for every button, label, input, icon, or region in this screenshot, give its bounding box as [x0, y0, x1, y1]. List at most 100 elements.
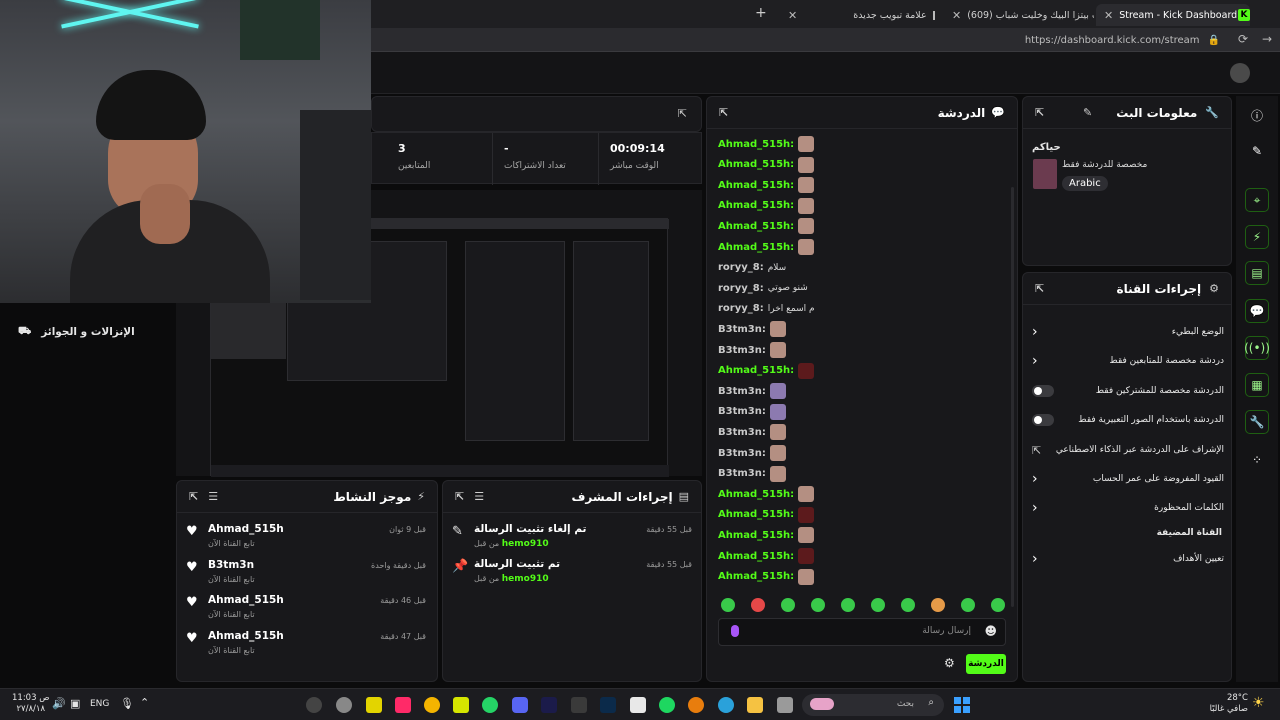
speaker-icon[interactable]: 🔊	[52, 697, 66, 710]
microphone-tray-icon[interactable]: 🎙	[120, 697, 134, 710]
chat-username[interactable]: Ahmad_515h:	[718, 200, 794, 211]
category-name[interactable]: مخصصة للدردشة فقط	[1062, 160, 1147, 170]
tab-youtube[interactable]: ✕ (609) سويت بيتزا البيك وخليت شباب...	[944, 4, 1094, 26]
chat-username[interactable]: Ahmad_515h:	[718, 489, 794, 500]
apps-icon[interactable]: ⁘	[1245, 448, 1269, 472]
quick-emote-button[interactable]	[961, 598, 975, 612]
close-tab-icon[interactable]: ✕	[952, 9, 961, 22]
windows-start-icon[interactable]	[954, 697, 970, 713]
quick-emote-button[interactable]	[751, 598, 765, 612]
tab-new[interactable]: ✕ علامة تبويب جديدة	[780, 4, 940, 26]
quick-emote-button[interactable]	[811, 598, 825, 612]
chat-username[interactable]: B3tm3n:	[718, 406, 766, 417]
url-box[interactable]: https://dashboard.kick.com/stream 🔒	[540, 32, 1220, 48]
back-arrow-icon[interactable]: →	[1262, 32, 1272, 46]
quick-emote-button[interactable]	[901, 598, 915, 612]
discord-icon[interactable]	[512, 697, 528, 713]
mod-action-user[interactable]: hemo910	[502, 539, 549, 549]
chrome-icon[interactable]	[424, 697, 440, 713]
telegram-icon[interactable]	[718, 697, 734, 713]
action-subscribers-only[interactable]: الدردشة مخصصة للمشتركين فقط	[1032, 381, 1224, 401]
quick-emote-button[interactable]	[871, 598, 885, 612]
quick-emote-button[interactable]	[721, 598, 735, 612]
action-followers-only[interactable]: › دردشة مخصصة للمتابعين فقط	[1032, 351, 1224, 371]
chat-username[interactable]: Ahmad_515h:	[718, 509, 794, 520]
chat-username[interactable]: Ahmad_515h:	[718, 242, 794, 253]
chat-username[interactable]: B3tm3n:	[718, 324, 766, 335]
filter-icon[interactable]: ☰	[474, 490, 484, 503]
focus-icon[interactable]: ⌖	[1245, 188, 1269, 212]
chat-input[interactable]: إرسال رسالة ☻	[718, 618, 1006, 646]
popout-icon[interactable]: ⇱	[1035, 282, 1044, 295]
quick-emote-button[interactable]	[781, 598, 795, 612]
pencil-icon[interactable]: ✎	[1083, 106, 1092, 119]
reload-icon[interactable]: ⟳	[1238, 32, 1248, 46]
chat-bubble-icon[interactable]: 💬	[1245, 299, 1269, 323]
quick-emote-button[interactable]	[841, 598, 855, 612]
chat-username[interactable]: B3tm3n:	[718, 427, 766, 438]
action-account-age[interactable]: › القيود المفروضة على عمر الحساب	[1032, 469, 1224, 489]
popout-icon[interactable]: ⇱	[678, 107, 687, 120]
task-view-icon[interactable]	[777, 697, 793, 713]
broadcast-icon[interactable]: ((•))	[1244, 336, 1270, 360]
quick-emote-button[interactable]	[991, 598, 1005, 612]
popout-icon[interactable]: ⇱	[189, 490, 198, 503]
toggle-switch[interactable]	[1032, 385, 1054, 397]
popout-icon[interactable]: ⇱	[1035, 106, 1044, 119]
photoshop-icon[interactable]	[600, 697, 616, 713]
chat-scrollbar[interactable]	[1011, 187, 1014, 607]
send-chat-button[interactable]: الدردشة	[966, 654, 1006, 674]
tray-overflow-chevron-icon[interactable]: ⌃	[140, 696, 149, 709]
filter-icon[interactable]: ☰	[208, 490, 218, 503]
app-yellow-icon[interactable]	[366, 697, 382, 713]
spotify-icon[interactable]	[659, 697, 675, 713]
activity-username[interactable]: Ahmad_515h	[208, 630, 284, 642]
chat-username[interactable]: Ahmad_515h:	[718, 571, 794, 582]
activity-username[interactable]: Ahmad_515h	[208, 594, 284, 606]
mod-action-user[interactable]: hemo910	[502, 574, 549, 584]
chat-username[interactable]: Ahmad_515h:	[718, 530, 794, 541]
taskbar-search[interactable]: بحث ⌕	[802, 694, 944, 716]
popout-icon[interactable]: ⇱	[719, 106, 728, 119]
chat-username[interactable]: Ahmad_515h:	[718, 180, 794, 191]
info-icon[interactable]: ⓘ	[1245, 103, 1269, 127]
nav-item-drops[interactable]: ⛟ الإنزالات و الجوائز	[18, 325, 135, 339]
notepad-icon[interactable]	[630, 697, 646, 713]
document-icon[interactable]: ▤	[1245, 261, 1269, 285]
wrench-icon[interactable]: 🔧	[1245, 410, 1269, 434]
action-set-goals[interactable]: › تعيين الأهداف	[1032, 549, 1224, 569]
input-language[interactable]: ENG	[90, 699, 109, 709]
activity-username[interactable]: B3tm3n	[208, 559, 254, 571]
chat-username[interactable]: roryy_8:	[718, 303, 764, 314]
popout-icon[interactable]: ⇱	[455, 490, 464, 503]
action-ai-moderation[interactable]: ⇱ الإشراف على الدردشة عبر الذكاء الاصطنا…	[1032, 440, 1224, 460]
chat-username[interactable]: B3tm3n:	[718, 345, 766, 356]
chat-username[interactable]: Ahmad_515h:	[718, 159, 794, 170]
chat-username[interactable]: roryy_8:	[718, 283, 764, 294]
chat-username[interactable]: roryy_8:	[718, 262, 764, 273]
chat-username[interactable]: Ahmad_515h:	[718, 221, 794, 232]
toggle-switch[interactable]	[1032, 414, 1054, 426]
chat-username[interactable]: Ahmad_515h:	[718, 365, 794, 376]
layout-icon[interactable]: ▦	[1245, 373, 1269, 397]
whatsapp-icon[interactable]	[482, 697, 498, 713]
weather-widget[interactable]: 28°C صافي غالبًا	[1200, 693, 1248, 715]
new-tab-plus-icon[interactable]: +	[755, 5, 767, 21]
network-icon[interactable]: ▣	[70, 697, 80, 710]
chat-username[interactable]: B3tm3n:	[718, 468, 766, 479]
obs-icon[interactable]	[306, 697, 322, 713]
file-explorer-icon[interactable]	[747, 697, 763, 713]
premiere-icon[interactable]	[541, 697, 557, 713]
settings-app-icon[interactable]	[336, 697, 352, 713]
emoji-icon[interactable]: ☻	[984, 624, 997, 638]
quick-emote-button[interactable]	[931, 598, 945, 612]
chat-username[interactable]: B3tm3n:	[718, 386, 766, 397]
tab-kick-dashboard[interactable]: ✕ Stream - Kick Dashboard	[1096, 4, 1250, 26]
clock[interactable]: 11:03 ص ٢٧/٨/١٨	[12, 693, 49, 715]
chat-username[interactable]: Ahmad_515h:	[718, 551, 794, 562]
chat-settings-icon[interactable]: ⚙	[944, 656, 955, 670]
action-banned-words[interactable]: › الكلمات المحظورة	[1032, 498, 1224, 518]
tiktok-icon[interactable]	[395, 697, 411, 713]
capcut-icon[interactable]	[571, 697, 587, 713]
action-emotes-only[interactable]: الدردشة باستخدام الصور التعبيرية فقط	[1032, 410, 1224, 430]
